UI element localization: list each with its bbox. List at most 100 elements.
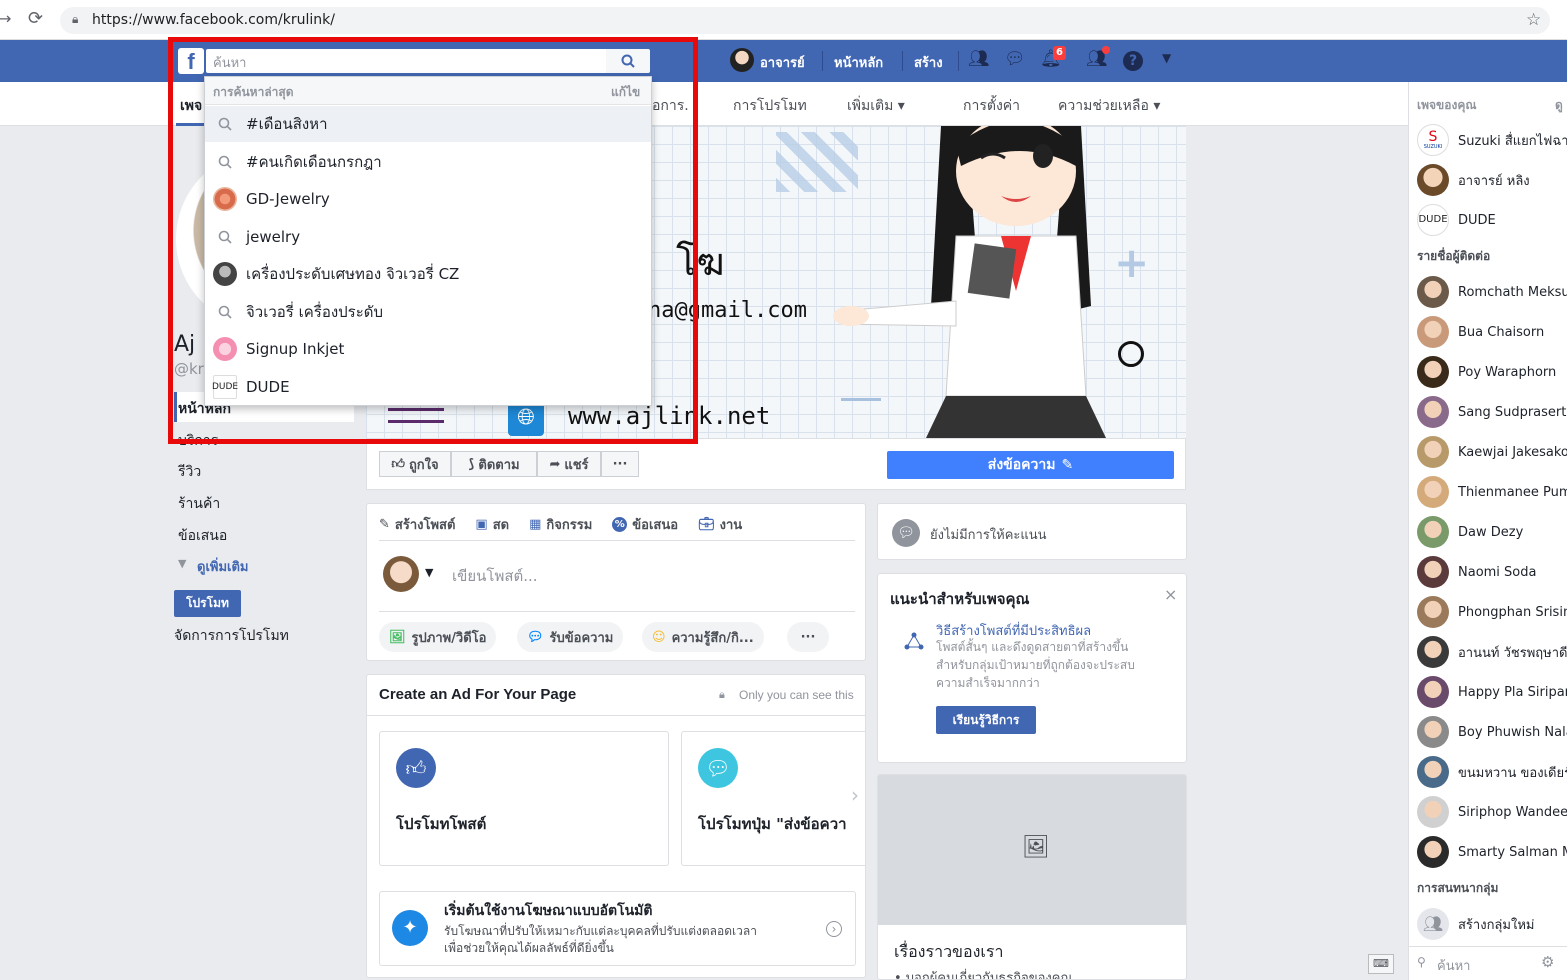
thumbs-up-icon: 👍︎ bbox=[391, 456, 405, 472]
contact-item[interactable]: Siriphop Wandee bbox=[1417, 794, 1567, 830]
carousel-next-icon[interactable]: › bbox=[851, 783, 859, 807]
promote-button-option[interactable]: 💬︎ โปรโมทปุ่ม "ส่งข้อควา bbox=[681, 731, 865, 866]
contact-item[interactable]: อานนท์ วัชรพฤษาดี bbox=[1417, 634, 1567, 670]
contact-name: Boy Phuwish Nala bbox=[1458, 724, 1567, 740]
like-label: ถูกใจ bbox=[408, 457, 439, 473]
home-link[interactable]: หน้าหลัก bbox=[834, 52, 883, 73]
notification-badge: 6 bbox=[1053, 46, 1066, 60]
contact-item[interactable]: ขนมหวาน ของเดียร์ bbox=[1417, 754, 1567, 790]
keyboard-icon[interactable]: ⌨ bbox=[1368, 954, 1394, 974]
contact-avatar bbox=[1417, 836, 1449, 868]
learn-how-button[interactable]: เรียนรู้วิธีการ bbox=[936, 706, 1036, 734]
suzuki-logo-text: SUZUKI bbox=[1423, 144, 1443, 150]
magic-wand-icon: ✦ bbox=[392, 910, 428, 946]
job-tab[interactable]: 💼︎ งาน bbox=[698, 514, 742, 535]
messenger-icon[interactable]: 💬︎ bbox=[1004, 49, 1026, 69]
contact-item[interactable]: Happy Pla Siripan bbox=[1417, 674, 1567, 710]
tab-help[interactable]: ความช่วยเหลือ ▾ bbox=[1058, 95, 1160, 117]
contact-item[interactable]: Kaewjai Jakesakorn bbox=[1417, 434, 1567, 470]
reload-icon[interactable]: ⟳ bbox=[28, 8, 43, 29]
divider bbox=[822, 51, 823, 71]
get-messages-chip[interactable]: 💬︎ รับข้อความ bbox=[517, 622, 624, 652]
account-menu-chevron-icon[interactable]: ▼ bbox=[1162, 51, 1171, 65]
see-more-link[interactable]: ดูเพิ่มเติม bbox=[197, 556, 248, 577]
contact-item[interactable]: Daw Dezy bbox=[1417, 514, 1567, 550]
create-new-group-item[interactable]: 👥︎ สร้างกลุ่มใหม่ bbox=[1417, 906, 1567, 942]
sidebar-item-offers[interactable]: ข้อเสนอ bbox=[178, 525, 227, 547]
offer-tab[interactable]: % ข้อเสนอ bbox=[612, 514, 678, 535]
divider bbox=[958, 51, 959, 71]
contact-item[interactable]: Phongphan Srisin bbox=[1417, 594, 1567, 630]
promote-post-option[interactable]: 👍︎ โปรโมทโพสต์ bbox=[379, 731, 669, 866]
create-ad-card: Create an Ad For Your Page 🔒︎ Only you c… bbox=[366, 674, 866, 978]
see-all-link[interactable]: ดู bbox=[1555, 96, 1563, 115]
sidebar-item-reviews[interactable]: รีวิว bbox=[178, 461, 201, 483]
dude-logo: DUDE bbox=[1417, 204, 1449, 236]
sidebar-item-shop[interactable]: ร้านค้า bbox=[178, 493, 220, 515]
story-image-placeholder[interactable]: 🖼︎ bbox=[878, 775, 1186, 925]
contact-avatar bbox=[1417, 756, 1449, 788]
address-bar[interactable]: 🔒︎ https://www.facebook.com/krulink/ ☆ bbox=[60, 7, 1550, 34]
offer-label: ข้อเสนอ bbox=[632, 518, 679, 533]
photo-video-chip[interactable]: 🖼︎ รูปภาพ/วิดีโอ bbox=[379, 622, 497, 652]
event-tab[interactable]: ▦ กิจกรรม bbox=[529, 514, 592, 535]
create-post-tab[interactable]: ✎ สร้างโพสต์ bbox=[379, 514, 455, 535]
contact-avatar bbox=[1417, 796, 1449, 828]
send-message-button[interactable]: ส่งข้อความ ✎ bbox=[887, 451, 1174, 479]
tab-settings[interactable]: การตั้งค่า bbox=[963, 95, 1020, 117]
identity-dropdown-caret-icon[interactable]: ▼ bbox=[425, 566, 433, 579]
contact-item[interactable]: Bua Chaisorn bbox=[1417, 314, 1567, 350]
automated-ads-title: เริ่มต้นใช้งานโฆษณาแบบอัตโนมัติ bbox=[444, 903, 653, 919]
contact-avatar bbox=[1417, 596, 1449, 628]
promote-button[interactable]: โปรโมท bbox=[174, 590, 241, 617]
contact-item[interactable]: Smarty Salman M bbox=[1417, 834, 1567, 870]
page-item-dude[interactable]: DUDE DUDE bbox=[1417, 202, 1567, 238]
profile-avatar[interactable] bbox=[730, 48, 754, 72]
divider bbox=[379, 540, 855, 541]
friend-requests-icon[interactable]: 👥︎ bbox=[968, 49, 990, 69]
group-conversations-header: การสนทนากลุ่ม bbox=[1417, 881, 1499, 895]
like-button[interactable]: 👍︎ ถูกใจ bbox=[379, 451, 451, 477]
chat-bubbles-icon: 💬︎ bbox=[698, 748, 738, 788]
write-post-input[interactable]: เขียนโพสต์... bbox=[452, 564, 538, 588]
contact-name: Romchath Meksuwan bbox=[1458, 284, 1567, 300]
story-title: เรื่องราวของเรา bbox=[894, 942, 1004, 961]
manage-promotions-link[interactable]: จัดการการโปรโมท bbox=[174, 625, 289, 647]
close-icon[interactable]: × bbox=[1164, 585, 1177, 604]
contact-name: Siriphop Wandee bbox=[1458, 804, 1567, 820]
chevron-right-icon[interactable]: › bbox=[826, 921, 842, 937]
follow-button[interactable]: ⟆ ติดตาม bbox=[451, 451, 537, 477]
contact-item[interactable]: Thienmanee Pum bbox=[1417, 474, 1567, 510]
create-link[interactable]: สร้าง bbox=[914, 52, 943, 73]
automated-ads-banner[interactable]: ✦ เริ่มต้นใช้งานโฆษณาแบบอัตโนมัติ รับโฆษ… bbox=[379, 891, 856, 966]
feeling-chip[interactable]: ☺ ความรู้สึก/กิ... bbox=[642, 622, 764, 652]
rss-icon: ⟆ bbox=[468, 456, 475, 472]
page-item-suzuki[interactable]: S SUZUKI Suzuki สื่แยกไฟฉาย bbox=[1417, 122, 1567, 158]
contact-item[interactable]: Poy Waraphorn bbox=[1417, 354, 1567, 390]
recommendation-card: แนะนำสำหรับเพจคุณ × วิธีสร้างโพสต์ที่มีป… bbox=[877, 573, 1187, 763]
contact-item[interactable]: Naomi Soda bbox=[1417, 554, 1567, 590]
live-tab[interactable]: ▣ สด bbox=[475, 514, 509, 535]
feeling-label: ความรู้สึก/กิ... bbox=[671, 630, 754, 646]
tab-more[interactable]: เพิ่มเติม ▾ bbox=[847, 95, 905, 117]
page-item-label: อาจารย์ หลิง bbox=[1458, 173, 1530, 189]
chat-search-placeholder: ค้นหา bbox=[1437, 959, 1471, 974]
help-icon[interactable]: ? bbox=[1123, 51, 1143, 71]
back-arrow-icon[interactable]: → bbox=[0, 9, 11, 28]
profile-link[interactable]: อาจารย์ bbox=[760, 52, 805, 73]
lock-icon: 🔒︎ bbox=[72, 12, 79, 26]
share-button[interactable]: ➦ แชร์ bbox=[537, 451, 601, 477]
live-label: สด bbox=[492, 518, 510, 533]
more-actions-button[interactable]: ··· bbox=[601, 451, 639, 477]
contact-item[interactable]: Romchath Meksuwan bbox=[1417, 274, 1567, 310]
tab-promotions[interactable]: การโปรโมท bbox=[733, 95, 807, 117]
contact-item[interactable]: Boy Phuwish Nala bbox=[1417, 714, 1567, 750]
page-item-ajarn-ling[interactable]: อาจารย์ หลิง bbox=[1417, 162, 1567, 198]
contact-item[interactable]: Sang Sudprasert bbox=[1417, 394, 1567, 430]
gear-icon[interactable]: ⚙ bbox=[1541, 953, 1554, 971]
chat-search-bar[interactable]: ⚲ ค้นหา ⚙ bbox=[1409, 946, 1567, 980]
rating-card: 💬︎ ยังไม่มีการให้คะแนน bbox=[877, 503, 1187, 560]
user-avatar bbox=[383, 556, 419, 592]
bookmark-star-icon[interactable]: ☆ bbox=[1526, 10, 1541, 30]
more-options-chip[interactable]: ··· bbox=[787, 622, 829, 652]
